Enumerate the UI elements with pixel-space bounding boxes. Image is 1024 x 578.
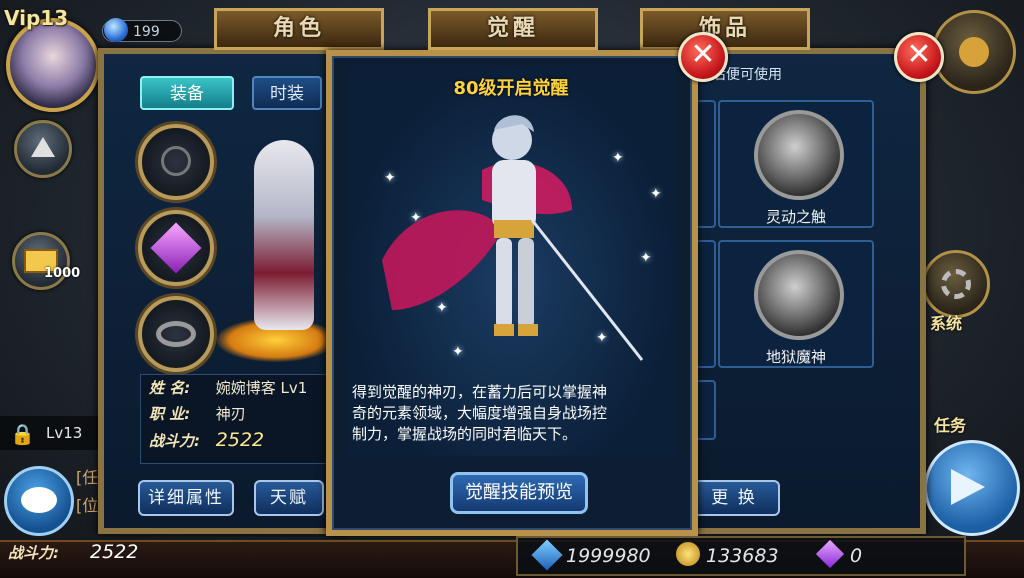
compass-icon (959, 37, 989, 67)
close-icon: ✕ (690, 37, 716, 72)
locked-medallion-icon (754, 110, 844, 200)
chat-button[interactable] (4, 466, 74, 536)
deco-slot-2[interactable]: 地狱魔神 (718, 240, 874, 368)
gem-icon (104, 18, 128, 42)
awaken-heading: 80级开启觉醒 (453, 78, 569, 99)
ring-icon (156, 321, 196, 347)
detail-attributes-button[interactable]: 详细属性 (138, 480, 234, 516)
speech-bubble-icon (21, 487, 57, 513)
info-row-name: 姓 名: 婉婉博客 Lv1 (141, 375, 327, 401)
crystal-blade-icon (150, 222, 202, 274)
tab-fashion[interactable]: 时装 (252, 76, 322, 110)
awakened-character-art (382, 115, 644, 361)
power-key: 战斗力: (149, 432, 200, 450)
close-decoration-button[interactable]: ✕ (894, 32, 944, 82)
info-row-power: 战斗力: 2522 (141, 427, 327, 453)
tab-awaken[interactable]: 觉醒 (428, 8, 598, 50)
gold-coin-icon (676, 542, 700, 566)
tab-equip[interactable]: 装备 (140, 76, 234, 110)
talent-button[interactable]: 天赋 (254, 480, 324, 516)
diamond-count: 1999980 (566, 545, 651, 567)
power-value: 2522 (215, 429, 265, 451)
deco-slot-1[interactable]: 灵动之触 (718, 100, 874, 228)
class-value: 神刃 (215, 405, 246, 423)
equip-slot-weapon[interactable] (138, 210, 214, 286)
arrow-up-button[interactable] (14, 120, 72, 178)
deco-name-1: 灵动之触 (765, 208, 826, 226)
vip-level-label: Vip13 (4, 6, 69, 30)
system-button[interactable] (922, 250, 990, 318)
bottom-power-value: 2522 (90, 541, 139, 563)
equip-slot-ring[interactable] (138, 296, 214, 372)
name-key: 姓 名: (149, 379, 191, 397)
lock-icon: 🔒 (10, 422, 35, 446)
system-label: 系统 (930, 314, 963, 333)
arrow-cursor-icon (951, 469, 985, 505)
triangle-up-icon (31, 137, 55, 157)
task-label: 任务 (934, 416, 967, 435)
player-avatar[interactable] (6, 18, 100, 112)
awaken-desc-line-2: 奇的元素领域，大幅度增强自身战场控 (352, 404, 608, 422)
info-row-class: 职 业: 神刃 (141, 401, 327, 427)
mail-count-badge: 1000 (44, 266, 81, 281)
replace-button[interactable]: 更 换 (688, 480, 780, 516)
gear-icon (941, 269, 971, 299)
tab-character[interactable]: 角色 (214, 8, 384, 50)
chat-bracket-2: [位 (76, 496, 99, 515)
name-value: 婉婉博客 Lv1 (215, 379, 308, 397)
class-key: 职 业: (149, 405, 191, 423)
equip-slot-necklace[interactable] (138, 124, 214, 200)
bottom-power-label: 战斗力: (8, 544, 59, 562)
necklace-icon (161, 146, 191, 176)
character-info-box: 姓 名: 婉婉博客 Lv1 职 业: 神刃 战斗力: 2522 (140, 374, 328, 464)
attack-button[interactable] (924, 440, 1020, 536)
mail-button[interactable] (12, 232, 70, 290)
awaken-desc-line-1: 得到觉醒的神刃，在蓄力后可以掌握神 (352, 383, 608, 401)
deco-name-2: 地狱魔神 (765, 348, 826, 366)
awaken-skill-preview-button[interactable]: 觉醒技能预览 (450, 472, 588, 514)
tab-decoration[interactable]: 饰品 (640, 8, 810, 50)
crystal-count: 0 (850, 545, 863, 567)
chat-bracket-1: [任 (76, 468, 99, 487)
awaken-desc-line-3: 制力，掌握战场的同时君临天下。 (352, 425, 578, 443)
awaken-description: 得到觉醒的神刃，在蓄力后可以掌握神 奇的元素领域，大幅度增强自身战场控 制力，掌… (352, 382, 682, 445)
close-awaken-button[interactable]: ✕ (678, 32, 728, 82)
event-button[interactable] (932, 10, 1016, 94)
close-icon: ✕ (906, 37, 932, 72)
skull-medallion-icon (754, 250, 844, 340)
character-model (254, 140, 314, 330)
gold-count: 133683 (706, 545, 779, 567)
